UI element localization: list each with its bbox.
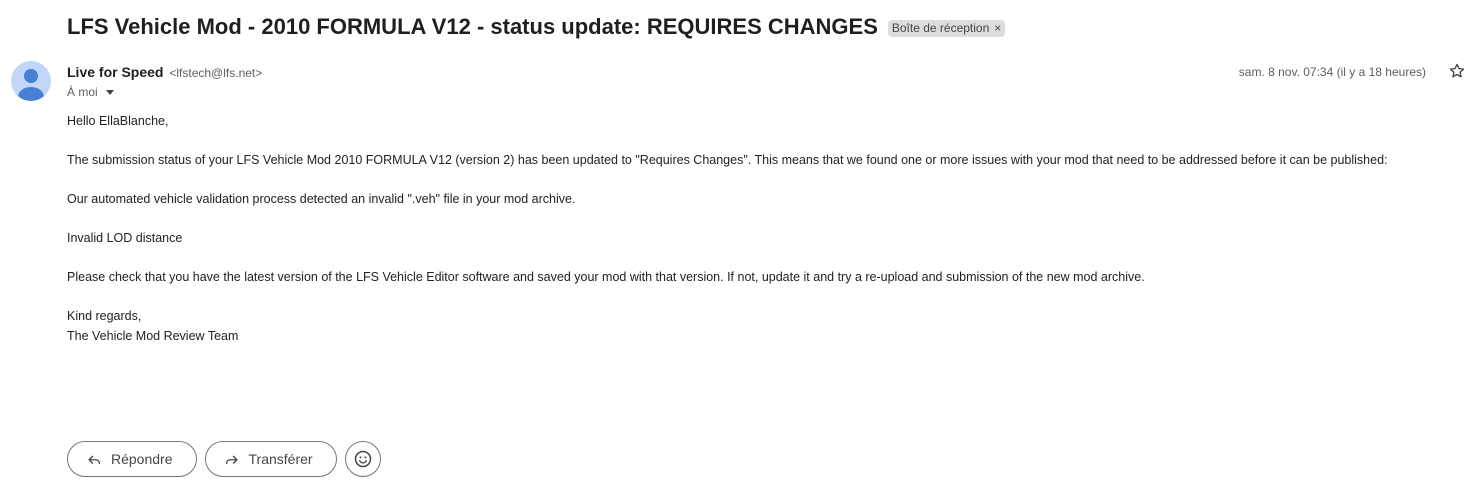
recipient-dropdown[interactable]: À moi: [67, 85, 114, 99]
body-paragraph-1: The submission status of your LFS Vehicl…: [67, 153, 1388, 167]
inbox-label-chip[interactable]: Boîte de réception ×: [887, 19, 1006, 37]
sender-name[interactable]: Live for Speed: [67, 64, 163, 80]
reply-label: Répondre: [111, 451, 173, 467]
body-closing: Kind regards,: [67, 309, 142, 323]
recipient-text: À moi: [67, 85, 98, 99]
reply-button[interactable]: Répondre: [67, 441, 197, 477]
emoji-icon: [354, 450, 371, 468]
forward-button[interactable]: Transférer: [204, 441, 337, 477]
forward-label: Transférer: [248, 451, 313, 467]
message-actions: Répondre Transférer: [67, 441, 381, 477]
body-signature: The Vehicle Mod Review Team: [67, 328, 239, 343]
sender-email: <lfstech@lfs.net>: [169, 66, 263, 80]
email-view: LFS Vehicle Mod - 2010 FORMULA V12 - sta…: [0, 0, 1475, 500]
reply-icon: [88, 455, 101, 465]
person-icon: [18, 69, 44, 101]
inbox-label-text: Boîte de réception: [891, 20, 990, 35]
remove-label-icon[interactable]: ×: [994, 21, 1001, 35]
sender-avatar[interactable]: [11, 61, 51, 101]
message-date: sam. 8 nov. 07:34 (il y a 18 heures): [1238, 65, 1426, 79]
chevron-down-icon: [105, 89, 114, 95]
email-body: Hello EllaBlanche, The submission status…: [67, 112, 1467, 346]
email-subject: LFS Vehicle Mod - 2010 FORMULA V12 - sta…: [67, 14, 878, 39]
forward-icon: [225, 455, 238, 465]
body-paragraph-3: Invalid LOD distance: [67, 231, 183, 245]
body-paragraph-2: Our automated vehicle validation process…: [67, 192, 576, 206]
sender-line: Live for Speed <lfstech@lfs.net>: [67, 64, 262, 80]
subject-row: LFS Vehicle Mod - 2010 FORMULA V12 - sta…: [67, 14, 1006, 40]
emoji-reaction-button[interactable]: [344, 441, 381, 477]
star-icon[interactable]: [1448, 62, 1466, 80]
body-paragraph-4: Please check that you have the latest ve…: [67, 270, 1145, 284]
body-greeting: Hello EllaBlanche,: [67, 114, 169, 128]
